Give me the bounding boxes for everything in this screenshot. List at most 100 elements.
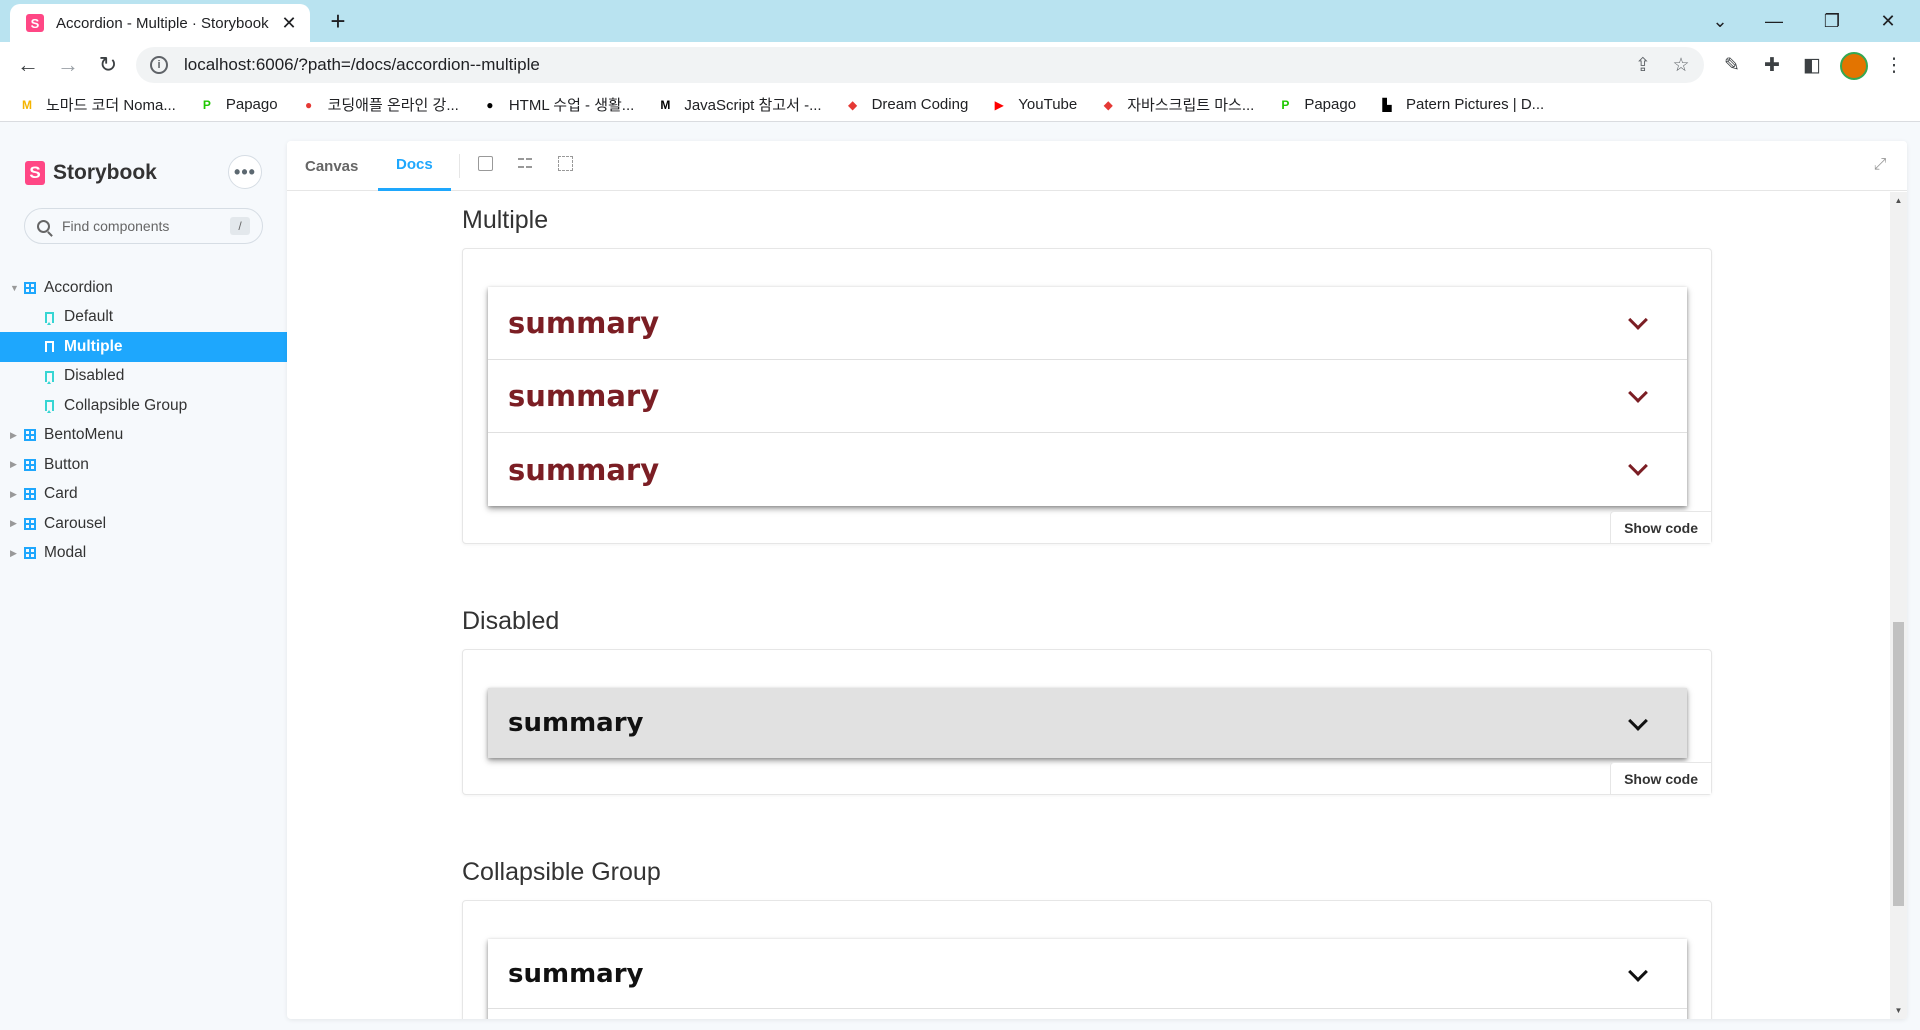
component-icon [24, 458, 36, 471]
browser-tab-strip: S Accordion - Multiple · Storybook ✕ + ⌄… [0, 0, 1920, 42]
sidebar-item-disabled[interactable]: Disabled [0, 362, 287, 392]
unsplash-icon: ▙ [1382, 97, 1392, 112]
story-preview-collapsible-group: summary [462, 900, 1712, 1019]
show-code-button[interactable]: Show code [1610, 511, 1711, 543]
site-info-icon[interactable]: i [150, 56, 168, 74]
minimize-button[interactable]: — [1752, 6, 1796, 36]
sidebar-item-label: BentoMenu [44, 426, 124, 444]
tab-search-chevron-icon[interactable]: ⌄ [1698, 6, 1742, 36]
storybook-sidebar: S Storybook ••• Find components / ▼ Accor… [0, 123, 287, 1030]
extensions-puzzle-icon[interactable]: ✚ [1758, 51, 1786, 79]
sidebar-item-bentomenu[interactable]: ▶ BentoMenu [0, 421, 287, 451]
browser-tab[interactable]: S Accordion - Multiple · Storybook ✕ [10, 4, 310, 42]
bookmark-item[interactable]: ◆ Dream Coding [844, 96, 968, 114]
accordion-item[interactable] [488, 1009, 1687, 1019]
accordion-item-disabled: summary [488, 688, 1687, 758]
bookmark-label: 자바스크립트 마스... [1127, 97, 1255, 114]
eyedropper-extension-icon[interactable]: ✎ [1718, 51, 1746, 79]
section-title-disabled: Disabled [462, 607, 560, 635]
find-components-search[interactable]: Find components / [24, 208, 263, 244]
sidebar-item-label: Button [44, 455, 89, 473]
sidebar-item-button[interactable]: ▶ Button [0, 450, 287, 480]
story-preview-multiple: summary summary summary Show code [462, 248, 1712, 544]
grid-icon[interactable] [518, 156, 532, 170]
bookmark-item[interactable]: ● HTML 수업 - 생활... [481, 94, 634, 115]
search-placeholder[interactable]: Find components [62, 218, 230, 234]
search-icon [37, 219, 50, 233]
show-code-button[interactable]: Show code [1610, 762, 1711, 794]
component-icon [24, 488, 36, 501]
accordion-summary[interactable]: summary [508, 306, 1667, 340]
story-preview-disabled: summary Show code [462, 649, 1712, 795]
accordion-item[interactable]: summary [488, 433, 1687, 506]
bookmark-item[interactable]: ▶ YouTube [990, 96, 1078, 114]
forward-arrow-icon[interactable]: → [52, 49, 84, 81]
circle-icon: ● [486, 97, 494, 112]
accordion-summary[interactable]: summary [508, 379, 1667, 413]
bookmark-item[interactable]: M JavaScript 참고서 -... [656, 94, 821, 115]
nomad-icon: M [22, 97, 32, 112]
sidebar-item-multiple[interactable]: Multiple [0, 332, 287, 362]
sidebar-item-default[interactable]: Default [0, 303, 287, 333]
bookmarks-bar: M 노마드 코더 Noma... P Papago ● 코딩애플 온라인 강... ● HTM… [0, 88, 1920, 122]
search-shortcut-key: / [230, 217, 250, 235]
close-tab-icon[interactable]: ✕ [280, 13, 298, 34]
url-text[interactable]: localhost:6006/?path=/docs/accordion--mu… [184, 55, 1628, 75]
sidebar-item-modal[interactable]: ▶ Modal [0, 539, 287, 569]
scroll-up-arrow-icon[interactable]: ▲ [1890, 192, 1907, 209]
accordion-multiple: summary summary summary [488, 287, 1687, 506]
accordion-item[interactable]: summary [488, 939, 1687, 1009]
bookmark-story-icon [45, 341, 54, 355]
bookmark-item[interactable]: P Papago [198, 96, 278, 114]
bookmark-item[interactable]: ● 코딩애플 온라인 강... [300, 94, 459, 115]
sidebar-item-accordion[interactable]: ▼ Accordion [0, 273, 287, 303]
sidebar-item-collapsible-group[interactable]: Collapsible Group [0, 391, 287, 421]
accordion-item[interactable]: summary [488, 360, 1687, 433]
outline-icon[interactable] [558, 156, 573, 171]
tab-canvas[interactable]: Canvas [287, 141, 376, 191]
tab-docs[interactable]: Docs [378, 141, 451, 191]
address-bar[interactable]: i localhost:6006/?path=/docs/accordion--… [136, 47, 1704, 83]
sidebar-item-card[interactable]: ▶ Card [0, 480, 287, 510]
storybook-brand[interactable]: S Storybook [25, 161, 157, 185]
sidebar-item-label: Disabled [64, 367, 125, 385]
scroll-down-arrow-icon[interactable]: ▼ [1890, 1002, 1907, 1019]
bookmark-star-icon[interactable]: ☆ [1666, 54, 1696, 77]
preview-panel: Canvas Docs ⤢ Multiple summary summary s… [287, 141, 1907, 1019]
caret-down-icon: ▼ [10, 282, 19, 293]
bookmark-item[interactable]: M 노마드 코더 Noma... [18, 94, 176, 115]
share-icon[interactable]: ⇪ [1628, 54, 1658, 77]
accordion-summary[interactable]: summary [508, 453, 1667, 487]
fullscreen-expand-icon[interactable]: ⤢ [1871, 156, 1889, 174]
bookmark-item[interactable]: ▙ Patern Pictures | D... [1378, 96, 1544, 114]
side-panel-icon[interactable]: ◧ [1798, 51, 1826, 79]
accordion-disabled: summary [488, 688, 1687, 758]
bookmark-item[interactable]: ◆ 자바스크립트 마스... [1099, 94, 1255, 115]
brand-name: Storybook [53, 161, 157, 184]
new-tab-button[interactable]: + [324, 8, 352, 36]
bookmark-label: 코딩애플 온라인 강... [327, 97, 459, 114]
bookmark-item[interactable]: P Papago [1276, 96, 1356, 114]
caret-right-icon: ▶ [10, 488, 17, 499]
more-options-button[interactable]: ••• [228, 155, 262, 189]
sidebar-item-carousel[interactable]: ▶ Carousel [0, 509, 287, 539]
bookmark-label: Papago [1304, 96, 1357, 113]
restore-button[interactable]: ❐ [1810, 6, 1854, 36]
papago-icon: P [1281, 97, 1290, 112]
sidebar-item-label: Default [64, 308, 114, 326]
accordion-item[interactable]: summary [488, 287, 1687, 360]
caret-right-icon: ▶ [10, 547, 17, 558]
section-title-collapsible-group: Collapsible Group [462, 858, 661, 886]
browser-menu-icon[interactable]: ⋮ [1880, 51, 1908, 79]
back-arrow-icon[interactable]: ← [12, 49, 44, 81]
browser-toolbar: ← → ↻ i localhost:6006/?path=/docs/accor… [0, 42, 1920, 88]
close-window-button[interactable]: ✕ [1866, 6, 1910, 36]
caret-right-icon: ▶ [10, 459, 17, 470]
reload-icon[interactable]: ↻ [92, 49, 124, 81]
sidebar-item-label: Collapsible Group [64, 396, 188, 414]
bookmark-label: HTML 수업 - 생활... [508, 97, 635, 114]
accordion-summary[interactable]: summary [508, 959, 1667, 989]
profile-avatar[interactable] [1840, 52, 1868, 80]
background-image-icon[interactable] [478, 156, 493, 171]
scrollbar-thumb[interactable] [1893, 622, 1904, 906]
